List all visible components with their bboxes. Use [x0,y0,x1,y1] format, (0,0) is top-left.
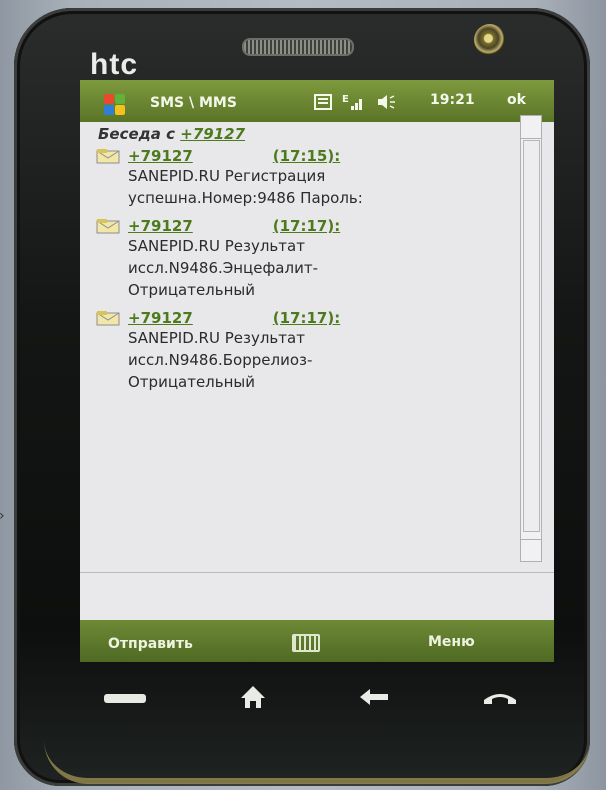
message-sender: +79127 [128,309,193,327]
conversation-view: Беседа с +79127 +79127 (17:15): SANEPID.… [96,123,526,401]
message-line: SANEPID.RU Результат [128,329,305,347]
compose-input[interactable] [80,572,554,615]
signal-icon[interactable]: E [342,93,366,115]
message-item[interactable]: +79127 (17:17): SANEPID.RU Результат исс… [96,217,526,301]
message-header[interactable]: +79127 (17:17): [96,217,526,235]
conversation-header: Беседа с +79127 [98,125,526,143]
message-line: SANEPID.RU Результат [128,237,305,255]
status-icons: E [314,93,396,115]
brand-logo: htc [90,48,138,81]
status-bar: SMS \ MMS E 19:21 ok [80,80,554,122]
ok-button[interactable]: ok [507,92,526,108]
message-line: успешна.Номер:9486 Пароль: [128,189,363,207]
message-time: (17:17): [272,217,341,235]
phone-bottom-rim [44,708,590,784]
conversation-header-prefix: Беседа с [98,125,176,143]
message-line: SANEPID.RU Регистрация [128,167,326,185]
message-time: (17:15): [272,147,341,165]
message-item[interactable]: +79127 (17:17): SANEPID.RU Результат исс… [96,309,526,393]
message-sender: +79127 [128,217,193,235]
back-button-icon[interactable] [356,684,392,710]
scrollbar[interactable] [520,115,542,562]
message-header[interactable]: +79127 (17:17): [96,309,526,327]
call-button-icon[interactable] [104,694,146,703]
clock[interactable]: 19:21 [430,92,475,108]
conversation-contact-link[interactable]: +79127 [180,125,245,143]
keyboard-icon[interactable] [292,634,320,652]
message-line: Отрицательный [128,281,256,299]
envelope-icon [96,218,120,234]
scroll-down-button[interactable] [521,539,541,562]
message-time: (17:17): [272,309,341,327]
earpiece-speaker [242,38,354,56]
message-icon [314,94,332,114]
phone-screen: SMS \ MMS E 19:21 ok Беседа с +79127 +79… [80,80,554,662]
softkey-bar: Отправить Меню [80,620,554,662]
message-header[interactable]: +79127 (17:15): [96,147,526,165]
envelope-icon [96,310,120,326]
svg-text:E: E [342,94,349,105]
menu-softkey[interactable]: Меню [428,634,475,650]
message-text: SANEPID.RU Результат иссл.N9486.Энцефали… [128,235,526,301]
message-text: SANEPID.RU Регистрация успешна.Номер:948… [128,165,526,209]
message-line: Отрицательный [128,373,256,391]
arrow-mark: › [0,508,5,524]
message-line: иссл.N9486.Боррелиоз- [128,351,313,369]
scroll-up-button[interactable] [521,116,541,139]
envelope-icon [96,148,120,164]
front-camera [474,24,506,56]
message-line: иссл.N9486.Энцефалит- [128,259,318,277]
home-button-icon[interactable] [238,682,268,712]
message-sender: +79127 [128,147,193,165]
send-softkey[interactable]: Отправить [108,636,193,652]
end-call-button-icon[interactable] [480,686,520,708]
app-title: SMS \ MMS [150,95,237,111]
message-item[interactable]: +79127 (17:15): SANEPID.RU Регистрация у… [96,147,526,209]
volume-icon[interactable] [376,93,396,115]
windows-logo-icon[interactable] [104,94,126,116]
message-text: SANEPID.RU Результат иссл.N9486.Боррелио… [128,327,526,393]
scroll-thumb[interactable] [523,140,540,532]
